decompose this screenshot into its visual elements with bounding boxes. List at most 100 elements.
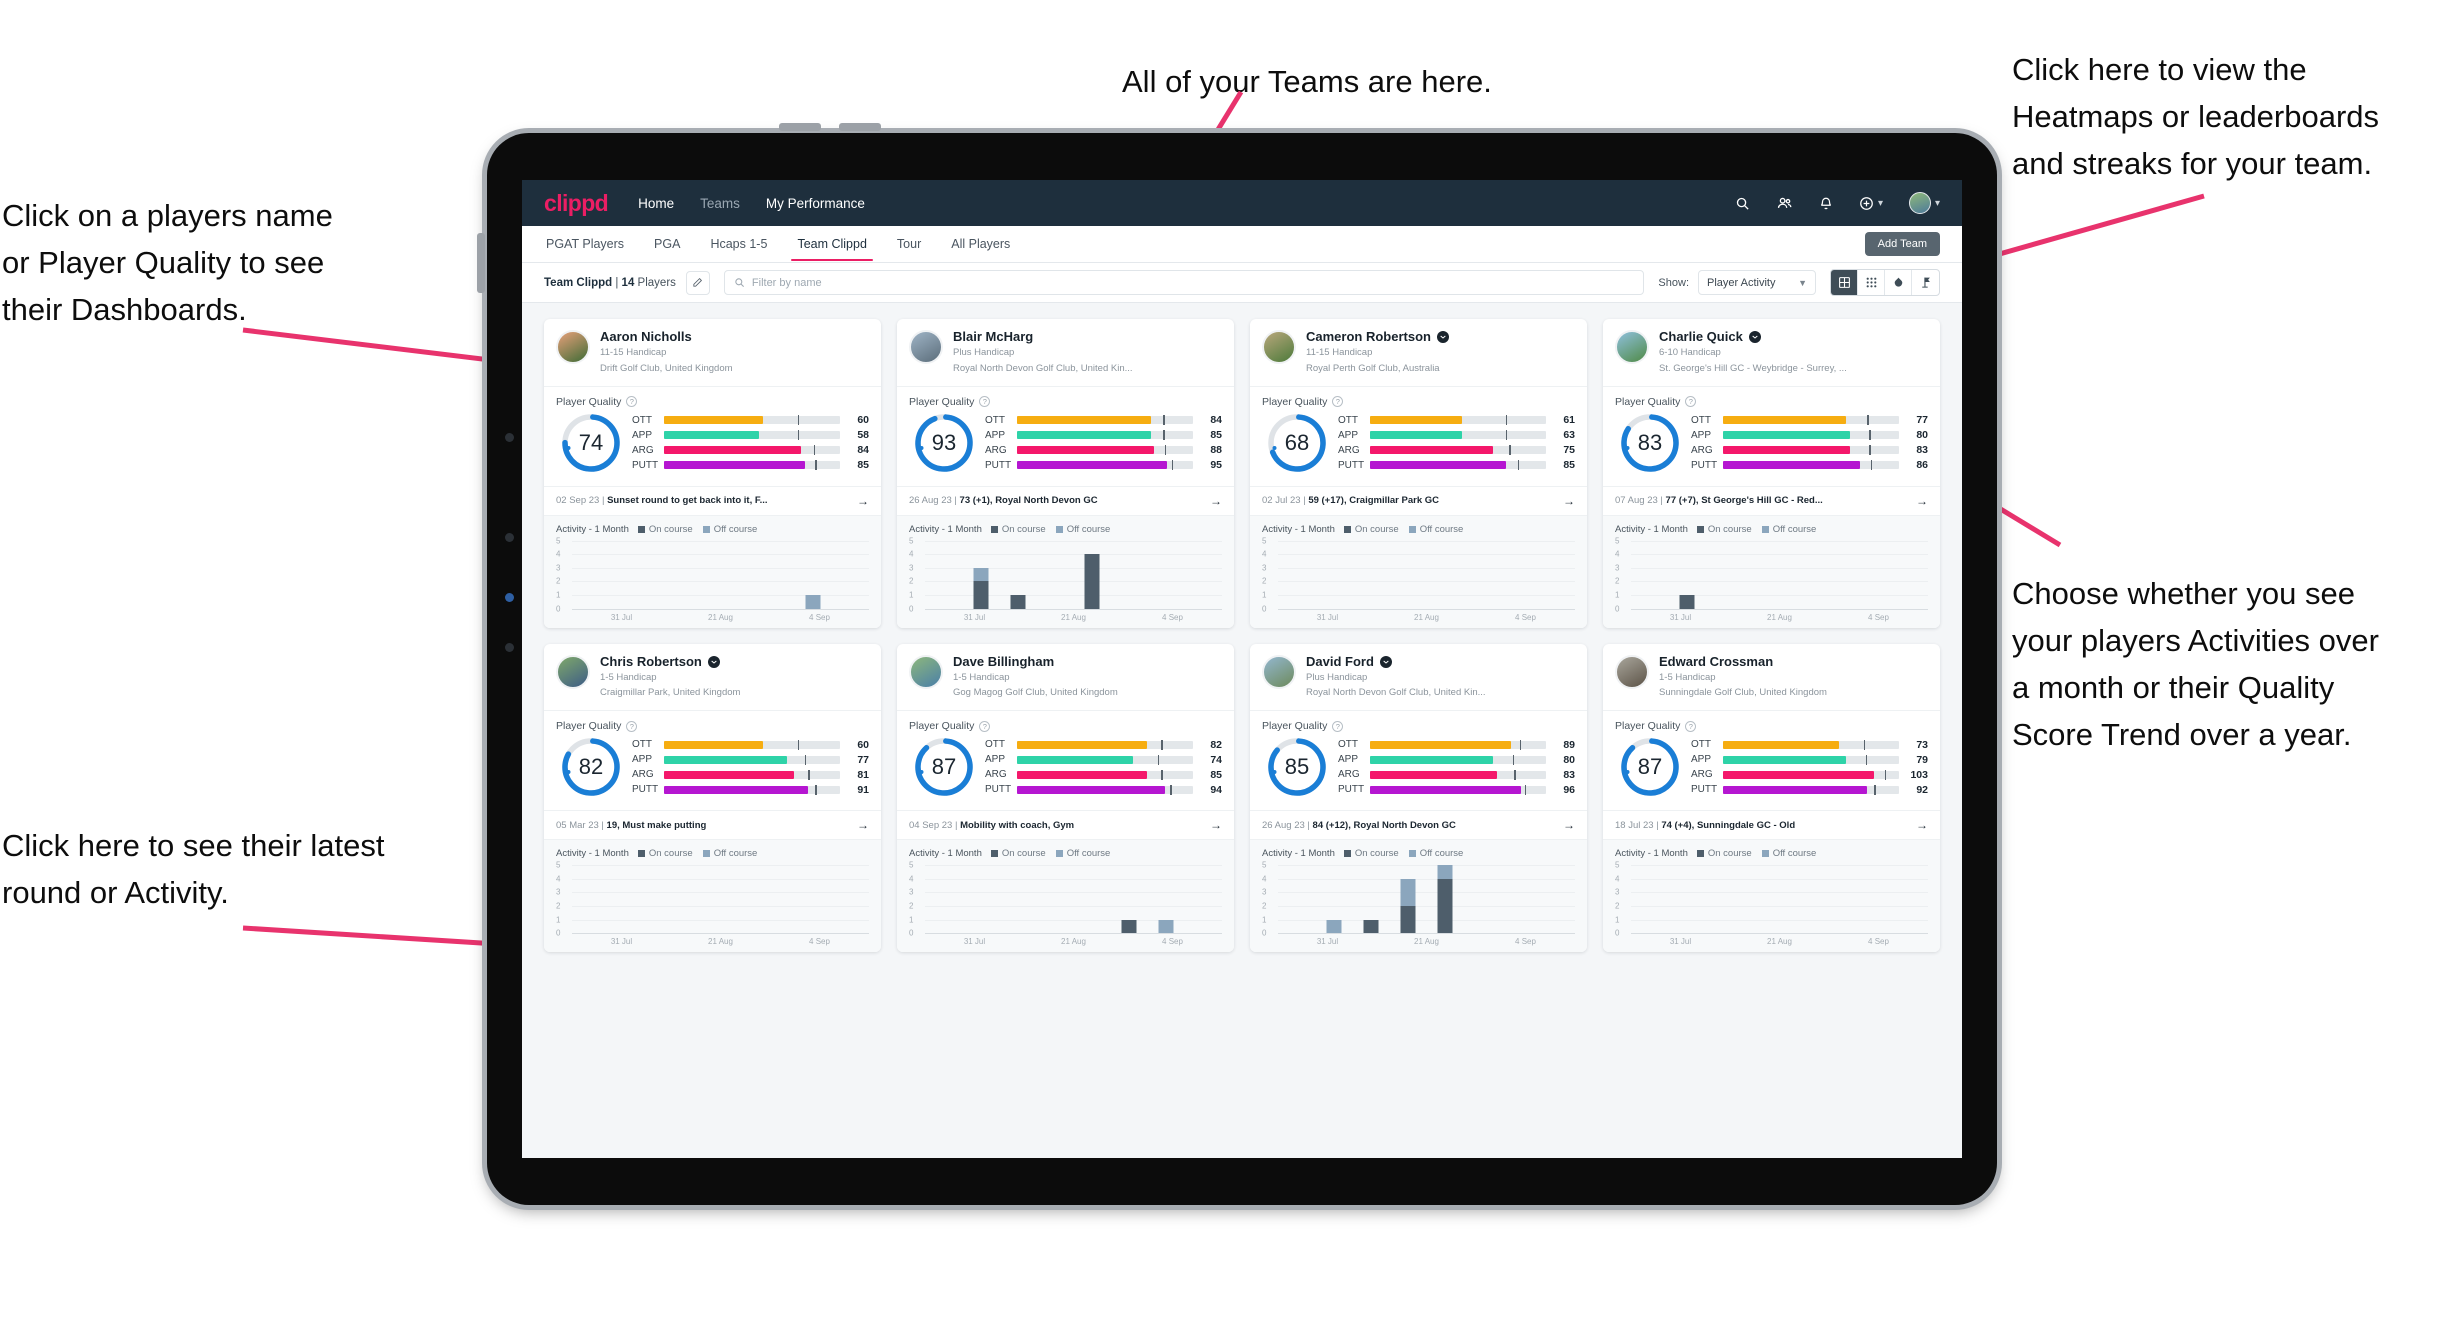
help-icon[interactable]: ? (1685, 396, 1697, 408)
activity-title: Activity - 1 Month (909, 848, 982, 860)
player-avatar[interactable] (1262, 654, 1296, 689)
arrow-right-icon[interactable]: → (1210, 494, 1222, 508)
latest-round-row[interactable]: 26 Aug 23 | 73 (+1), Royal North Devon G… (897, 485, 1234, 515)
bell-icon[interactable] (1819, 196, 1833, 211)
help-icon[interactable]: ? (979, 396, 991, 408)
chart-bar-slot (609, 541, 646, 609)
player-name[interactable]: Cameron Robertson (1306, 329, 1449, 345)
player-quality-section[interactable]: Player Quality? 82 OTT 60 APP 77 ARG 81 PUTT 91 (544, 710, 881, 810)
player-quality-section[interactable]: Player Quality? 93 OTT 84 APP 85 ARG 88 PUTT 95 (897, 385, 1234, 486)
player-name[interactable]: Edward Crossman (1659, 654, 1827, 670)
arrow-right-icon[interactable]: → (1563, 818, 1575, 832)
player-card[interactable]: David Ford Plus Handicap Royal North Devon… (1250, 643, 1587, 953)
metric-row: APP 58 (632, 428, 869, 443)
latest-round-row[interactable]: 26 Aug 23 | 84 (+12), Royal North Devon … (1250, 810, 1587, 839)
player-name[interactable]: Dave Billingham (953, 654, 1118, 670)
player-avatar[interactable] (1262, 330, 1296, 364)
metric-bar-tick (1865, 754, 1868, 765)
player-quality-section[interactable]: Player Quality? 83 OTT 77 APP 80 ARG 83 PUTT 86 (1603, 385, 1940, 486)
player-handicap: Plus Handicap (953, 347, 1015, 359)
nav-link-my-performance[interactable]: My Performance (766, 196, 865, 211)
nav-link-teams[interactable]: Teams (700, 196, 740, 211)
latest-round-row[interactable]: 07 Aug 23 | 77 (+7), St George's Hill GC… (1603, 485, 1940, 515)
avatar-menu[interactable]: ▾ (1908, 192, 1940, 214)
chart-bar-slot (1464, 541, 1501, 609)
arrow-right-icon[interactable]: → (1563, 494, 1575, 508)
add-team-button[interactable]: Add Team (1864, 232, 1940, 256)
chart-y-tick: 4 (1615, 549, 1620, 559)
help-icon[interactable]: ? (1332, 396, 1344, 408)
player-quality-section[interactable]: Player Quality? 87 OTT 73 APP 79 ARG 103 PUTT 92 (1603, 710, 1940, 810)
arrow-right-icon[interactable]: → (857, 494, 869, 508)
latest-round-row[interactable]: 02 Jul 23 | 59 (+17), Craigmillar Park G… (1250, 485, 1587, 515)
tab-pgat-players[interactable]: PGAT Players (544, 228, 626, 260)
player-avatar[interactable] (556, 654, 590, 689)
power-button[interactable] (477, 233, 485, 293)
edit-team-button[interactable] (685, 270, 710, 295)
tab-hcaps-1-5[interactable]: Hcaps 1-5 (708, 228, 769, 260)
search-field-wrapper[interactable] (723, 270, 1645, 295)
player-quality-section[interactable]: Player Quality? 68 OTT 61 APP 63 ARG 75 PUTT 85 (1250, 385, 1587, 486)
player-name[interactable]: Blair McHarg (953, 329, 1133, 345)
player-quality-section[interactable]: Player Quality? 85 OTT 89 APP 80 ARG 83 PUTT 96 (1250, 710, 1587, 810)
volume-button-down[interactable] (839, 123, 881, 131)
help-icon[interactable]: ? (626, 396, 638, 408)
clippd-logo[interactable]: clippd (544, 190, 609, 217)
dots-grid-view-button[interactable] (1858, 270, 1885, 295)
player-quality-section[interactable]: Player Quality? 87 OTT 82 APP 74 ARG 85 PUTT 94 (897, 710, 1234, 810)
latest-round-row[interactable]: 05 Mar 23 | 19, Must make putting → (544, 810, 881, 839)
activity-title: Activity - 1 Month (1615, 523, 1688, 535)
arrow-right-icon[interactable]: → (1210, 818, 1222, 832)
player-card[interactable]: Chris Robertson 1-5 Handicap Craigmillar P… (544, 643, 881, 953)
search-icon[interactable] (1735, 196, 1750, 211)
help-icon[interactable]: ? (1685, 720, 1697, 732)
chart-x-labels: 31 Jul 21 Aug 4 Sep (1278, 937, 1575, 946)
heatmap-view-button[interactable] (1885, 270, 1912, 295)
player-name[interactable]: Chris Robertson (600, 654, 740, 670)
player-avatar[interactable] (1615, 654, 1649, 689)
arrow-right-icon[interactable]: → (857, 818, 869, 832)
tab-tour[interactable]: Tour (895, 228, 923, 260)
tab-pga[interactable]: PGA (652, 228, 682, 260)
tab-all-players[interactable]: All Players (949, 228, 1012, 260)
player-card[interactable]: Cameron Robertson 11-15 Handicap Royal Per… (1250, 319, 1587, 628)
show-select[interactable]: Player Activity ▼ (1698, 270, 1816, 295)
show-label: Show: (1658, 276, 1689, 289)
player-card[interactable]: Blair McHarg Plus Handicap Royal North Dev… (897, 319, 1234, 628)
player-avatar[interactable] (556, 330, 590, 364)
tab-team-clippd[interactable]: Team Clippd (791, 228, 874, 261)
player-card[interactable]: Aaron Nicholls 11-15 Handicap Drift Golf C… (544, 319, 881, 628)
player-name[interactable]: Aaron Nicholls (600, 329, 733, 345)
help-icon[interactable]: ? (979, 720, 991, 732)
legend-on-course: On course (990, 848, 1046, 859)
leaderboard-view-button[interactable] (1912, 270, 1939, 295)
player-card[interactable]: Edward Crossman 1-5 Handicap Sunningdale G… (1603, 643, 1940, 953)
grid-view-button[interactable] (1831, 270, 1858, 295)
latest-round-row[interactable]: 04 Sep 23 | Mobility with coach, Gym → (897, 810, 1234, 839)
help-icon[interactable]: ? (1332, 720, 1344, 732)
nav-link-home[interactable]: Home (638, 196, 674, 211)
metric-value: 85 (1210, 429, 1222, 442)
player-name[interactable]: David Ford (1306, 654, 1486, 670)
player-avatar[interactable] (909, 330, 943, 364)
player-name[interactable]: Charlie Quick (1659, 329, 1847, 345)
player-quality-label: Player Quality (1615, 395, 1681, 408)
player-card[interactable]: Charlie Quick 6-10 Handicap St. George's H… (1603, 319, 1940, 628)
player-avatar[interactable] (909, 654, 943, 689)
arrow-right-icon[interactable]: → (1916, 818, 1928, 832)
search-input[interactable] (751, 276, 1635, 289)
metric-bar (1370, 430, 1546, 441)
help-icon[interactable]: ? (626, 720, 638, 732)
latest-round-row[interactable]: 02 Sep 23 | Sunset round to get back int… (544, 485, 881, 515)
player-quality-section[interactable]: Player Quality? 74 OTT 60 APP 58 ARG 84 PUTT 85 (544, 385, 881, 486)
player-avatar[interactable] (1615, 330, 1649, 364)
people-icon[interactable] (1776, 196, 1793, 211)
arrow-right-icon[interactable]: → (1916, 494, 1928, 508)
latest-round-row[interactable]: 18 Jul 23 | 74 (+4), Sunningdale GC - Ol… (1603, 810, 1940, 839)
metric-value: 91 (857, 783, 869, 796)
volume-button-up[interactable] (779, 123, 821, 131)
chart-bar-on-course (973, 581, 989, 609)
plus-circle-icon[interactable]: ▾ (1859, 196, 1883, 211)
chart-bar-off-course (1400, 878, 1416, 906)
player-card[interactable]: Dave Billingham 1-5 Handicap Gog Magog Gol… (897, 643, 1234, 953)
